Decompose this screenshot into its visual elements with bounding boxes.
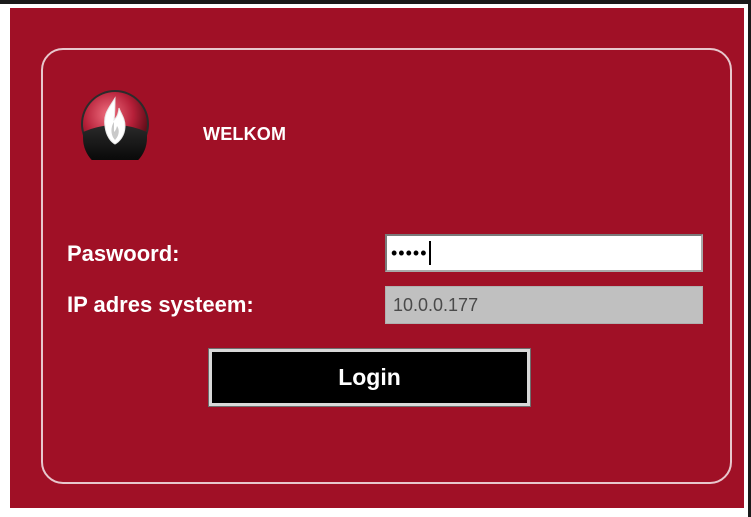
ip-address-field: 10.0.0.177 bbox=[385, 286, 703, 324]
ip-address-label: IP adres systeem: bbox=[67, 292, 254, 317]
screen: WELKOM Paswoord: ••••• IP adres systeem:… bbox=[0, 0, 751, 517]
window-top-border bbox=[0, 0, 751, 4]
text-caret bbox=[428, 241, 431, 265]
password-input[interactable]: ••••• bbox=[385, 234, 703, 272]
login-page: WELKOM Paswoord: ••••• IP adres systeem:… bbox=[10, 8, 744, 508]
welcome-heading: WELKOM bbox=[203, 124, 287, 144]
password-value: ••••• bbox=[391, 242, 428, 263]
ip-address-value: 10.0.0.177 bbox=[393, 294, 479, 315]
flame-logo-icon bbox=[79, 88, 151, 170]
password-label: Paswoord: bbox=[67, 241, 180, 266]
login-button[interactable]: Login bbox=[208, 348, 531, 407]
